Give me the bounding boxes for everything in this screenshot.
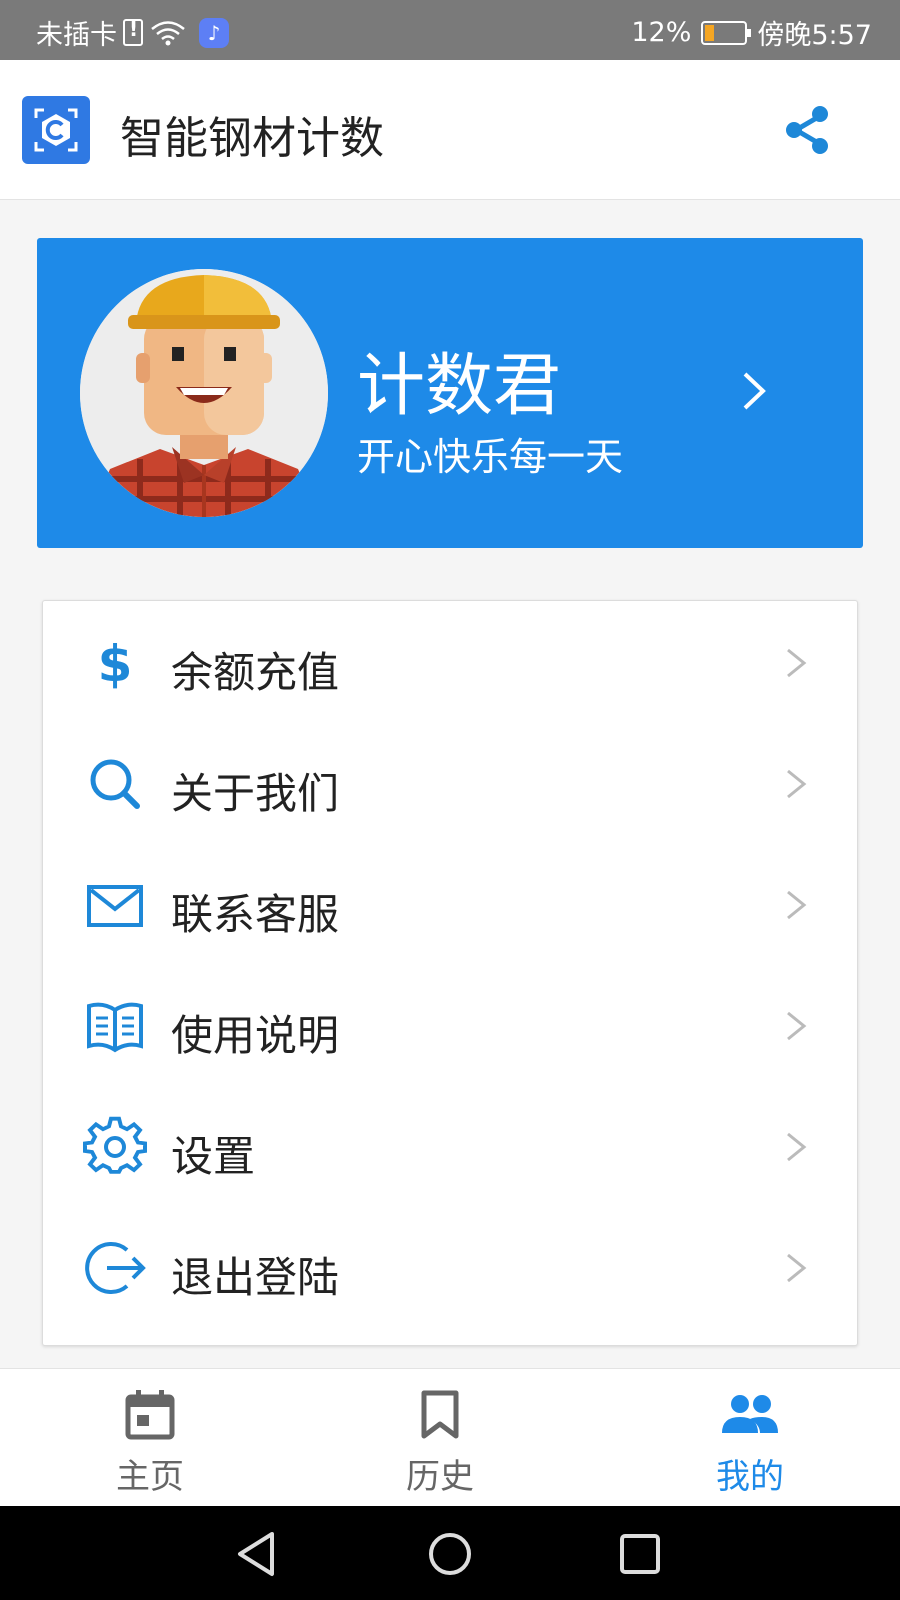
- chevron-right-icon: [787, 1011, 807, 1041]
- book-icon: [83, 994, 147, 1058]
- menu-item-guide[interactable]: 使用说明: [43, 964, 859, 1088]
- menu-item-label: 关于我们: [171, 769, 340, 818]
- menu-item-label: 设置: [171, 1132, 256, 1181]
- status-right: 12% 傍晚5:57: [631, 13, 872, 52]
- mail-icon: [83, 873, 147, 937]
- back-icon[interactable]: [228, 1524, 288, 1584]
- gear-icon: [83, 1115, 147, 1179]
- dollar-icon: $: [83, 631, 147, 695]
- bookmark-icon: [408, 1387, 472, 1443]
- people-icon: [718, 1387, 782, 1443]
- chevron-right-icon: [787, 1132, 807, 1162]
- nav-label: 我的: [716, 1457, 784, 1497]
- profile-card[interactable]: 计数君 开心快乐每一天: [37, 238, 863, 548]
- chevron-right-icon: [787, 1253, 807, 1283]
- app-title: 智能钢材计数: [120, 113, 384, 164]
- menu-item-settings[interactable]: 设置: [43, 1085, 859, 1209]
- menu-item-label: 使用说明: [171, 1011, 340, 1060]
- menu-item-logout[interactable]: 退出登陆: [43, 1206, 859, 1330]
- chevron-right-icon: [743, 372, 766, 410]
- menu-list: $ 余额充值 关于我们 联系客服 使用说明 设置 退出登陆: [42, 600, 858, 1346]
- nav-item-history[interactable]: 历史: [290, 1369, 590, 1507]
- chevron-right-icon: [787, 769, 807, 799]
- svg-text:$: $: [98, 635, 133, 693]
- menu-item-recharge[interactable]: $ 余额充值: [43, 601, 859, 725]
- share-icon: [786, 106, 828, 154]
- music-app-icon: ♪: [199, 17, 229, 48]
- wifi-icon: [151, 20, 185, 45]
- calendar-icon: [118, 1387, 182, 1443]
- worker-avatar: [80, 269, 328, 517]
- profile-motto: 开心快乐每一天: [357, 435, 624, 479]
- chevron-right-icon: [787, 648, 807, 678]
- logout-icon: [83, 1236, 147, 1300]
- nav-item-mine[interactable]: 我的: [600, 1369, 900, 1507]
- sim-card-icon: [123, 17, 143, 46]
- nav-item-home[interactable]: 主页: [0, 1369, 300, 1507]
- battery-percent: 12%: [631, 17, 692, 48]
- system-nav-bar: [0, 1506, 900, 1600]
- status-left: 未插卡 ♪: [36, 13, 229, 52]
- menu-item-label: 退出登陆: [171, 1253, 340, 1302]
- chevron-right-icon: [787, 890, 807, 920]
- battery-icon: [701, 20, 752, 45]
- app-logo-icon: [22, 96, 90, 164]
- bottom-nav: 主页 历史 我的: [0, 1368, 900, 1506]
- menu-item-label: 联系客服: [171, 890, 340, 939]
- clock: 傍晚5:57: [757, 20, 872, 51]
- status-bar: 未插卡 ♪ 12% 傍晚5:57: [0, 0, 900, 60]
- nav-label: 历史: [406, 1457, 474, 1497]
- nav-label: 主页: [116, 1457, 184, 1497]
- home-icon[interactable]: [420, 1524, 480, 1584]
- menu-item-contact[interactable]: 联系客服: [43, 843, 859, 967]
- recents-icon[interactable]: [610, 1524, 670, 1584]
- profile-name: 计数君: [357, 347, 562, 426]
- app-bar: 智能钢材计数: [0, 60, 900, 200]
- carrier-text: 未插卡: [36, 20, 117, 51]
- share-button[interactable]: [780, 100, 840, 160]
- search-icon: [83, 752, 147, 816]
- menu-item-label: 余额充值: [171, 648, 340, 697]
- menu-item-about[interactable]: 关于我们: [43, 722, 859, 846]
